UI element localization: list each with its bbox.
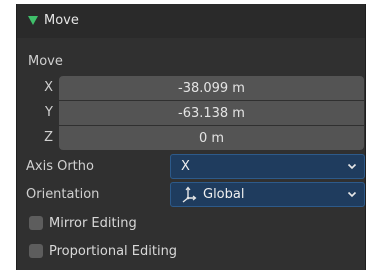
axis-z-label: Z (44, 130, 53, 145)
move-section-label: Move (28, 54, 63, 69)
panel-title: Move (44, 13, 79, 28)
proportional-editing-checkbox[interactable] (29, 244, 43, 258)
move-y-field[interactable]: -63.138 m (59, 101, 364, 125)
move-x-value: -38.099 m (178, 80, 245, 96)
panel-header[interactable]: Move (17, 4, 365, 38)
move-panel: Move Move X -38.099 m Y -63.138 m Z 0 m … (16, 4, 366, 270)
orientation-value: Global (203, 187, 245, 202)
move-x-field[interactable]: -38.099 m (59, 76, 364, 100)
axis-ortho-dropdown[interactable]: X (170, 154, 365, 179)
collapse-triangle-icon[interactable] (28, 16, 38, 25)
orientation-dropdown[interactable]: Global (170, 182, 365, 207)
proportional-editing-option[interactable]: Proportional Editing (29, 242, 177, 260)
global-orientation-icon (182, 186, 197, 203)
orientation-label: Orientation (26, 187, 100, 202)
axis-ortho-value: X (181, 159, 190, 174)
mirror-editing-option[interactable]: Mirror Editing (29, 214, 137, 232)
chevron-down-icon (347, 163, 357, 170)
move-y-value: -63.138 m (178, 105, 245, 121)
axis-x-label: X (44, 80, 53, 95)
mirror-editing-label: Mirror Editing (49, 215, 137, 231)
move-z-field[interactable]: 0 m (59, 126, 364, 150)
chevron-down-icon (347, 191, 357, 198)
proportional-editing-label: Proportional Editing (49, 243, 178, 259)
mirror-editing-checkbox[interactable] (29, 216, 43, 230)
axis-ortho-label: Axis Ortho (26, 159, 94, 174)
axis-y-label: Y (45, 105, 53, 120)
move-z-value: 0 m (198, 130, 225, 146)
